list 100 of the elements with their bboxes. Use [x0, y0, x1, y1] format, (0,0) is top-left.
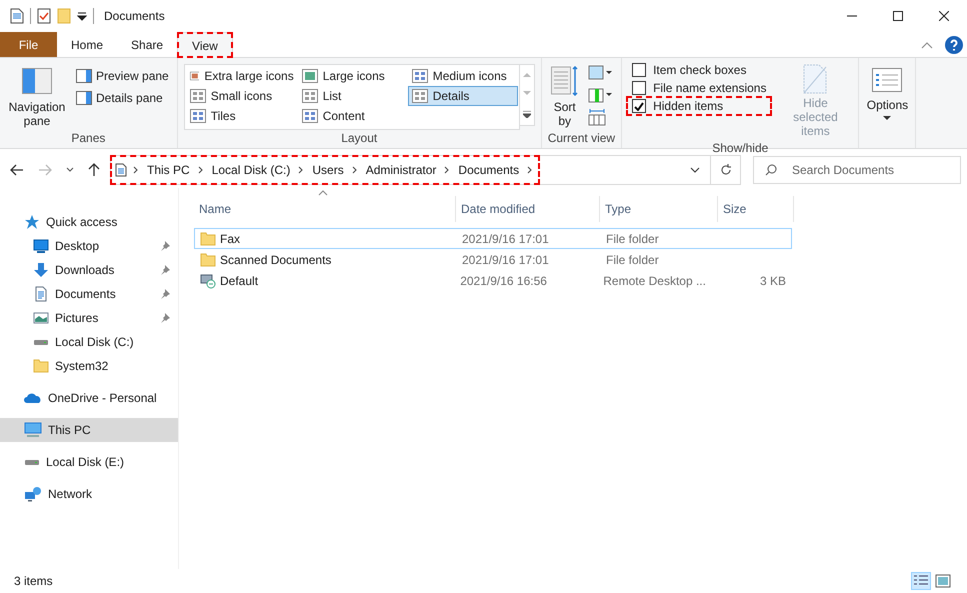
checkbox-option[interactable]: File name extensions	[628, 80, 770, 96]
nav-item[interactable]: Desktop	[0, 234, 178, 258]
large-icons-view-button[interactable]	[933, 572, 953, 590]
details-view-button[interactable]	[911, 572, 931, 590]
nav-item[interactable]: Local Disk (E:)	[0, 450, 178, 474]
type-cell-text: Remote Desktop ...	[602, 274, 707, 288]
checkbox[interactable]	[632, 99, 646, 113]
column-header[interactable]: Type	[600, 196, 718, 222]
group-label: Panes	[70, 130, 106, 147]
layout-option[interactable]: Small icons	[186, 86, 298, 106]
file-row[interactable]: Default 2021/9/16 16:56 Remote Desktop ... 3 KB	[194, 270, 792, 291]
expand-gallery-icon[interactable]	[522, 110, 531, 118]
column-header[interactable]: Date modified	[456, 196, 600, 222]
chevron-icon[interactable]	[444, 166, 450, 174]
layout-option[interactable]: Large icons	[298, 66, 408, 86]
drive-icon	[33, 338, 49, 346]
ribbon-tab[interactable]: Share	[117, 32, 178, 57]
remote-desktop-icon	[200, 272, 216, 288]
checkbox-option[interactable]: Hidden items	[628, 98, 770, 114]
group-label: Show/hide	[711, 140, 770, 156]
star-icon	[24, 214, 40, 230]
nav-item[interactable]: Documents	[0, 282, 178, 306]
collapse-ribbon-icon[interactable]	[921, 40, 933, 48]
view-layout-icon	[302, 109, 318, 123]
navigation-pane-icon	[22, 68, 52, 94]
type-cell-text: File folder	[605, 252, 660, 266]
download-arrow-icon	[33, 262, 49, 278]
search-field[interactable]: Search Documents	[753, 156, 961, 184]
nav-item[interactable]: Local Disk (C:)	[0, 330, 178, 354]
drive-icon	[24, 458, 40, 466]
view-layout-icon	[190, 89, 206, 103]
window-title: Documents	[104, 9, 165, 23]
breadcrumb[interactable]: This PC	[145, 163, 192, 177]
chevron-icon[interactable]	[133, 166, 139, 174]
preview-pane-button[interactable]: Preview pane	[74, 68, 171, 84]
group-by-icon[interactable]	[588, 64, 612, 82]
checklist-icon[interactable]	[37, 8, 51, 24]
options-button[interactable]: Options	[865, 62, 910, 123]
sort-by-button[interactable]: Sort by	[548, 62, 582, 130]
search-icon	[765, 164, 777, 176]
view-layout-icon	[190, 109, 206, 123]
sort-icon	[550, 66, 579, 96]
document-icon	[115, 163, 127, 177]
file-row[interactable]: Fax 2021/9/16 17:01 File folder	[194, 228, 792, 249]
view-layout-icon	[190, 69, 200, 83]
ribbon-tab[interactable]: View	[177, 32, 233, 58]
layout-option[interactable]: Medium icons	[408, 66, 518, 86]
name-cell: Fax	[195, 230, 457, 246]
nav-item[interactable]: Pictures	[0, 306, 178, 330]
item-count: 3 items	[14, 574, 53, 588]
add-columns-icon[interactable]	[588, 86, 612, 104]
picture-icon	[33, 310, 49, 326]
name-cell: Scanned Documents	[195, 252, 457, 268]
checkbox[interactable]	[632, 81, 646, 95]
layout-option[interactable]: Details	[408, 86, 518, 106]
document-icon[interactable]	[10, 8, 24, 24]
view-layout-icon	[412, 69, 428, 83]
layout-option[interactable]: Content	[298, 106, 408, 126]
nav-item[interactable]: OneDrive - Personal	[0, 386, 178, 410]
checkbox-option[interactable]: Item check boxes	[628, 62, 770, 78]
column-header[interactable]: Size	[718, 196, 794, 222]
layout-option[interactable]: Tiles	[186, 106, 298, 126]
monitor-icon	[24, 422, 42, 438]
minimize-icon	[847, 15, 857, 17]
ribbon-tab[interactable]: Home	[57, 32, 118, 57]
folder-icon	[200, 230, 216, 246]
breadcrumb[interactable]: Users	[310, 163, 346, 177]
view-layout-icon	[412, 89, 428, 103]
details-pane-button[interactable]: Details pane	[74, 90, 171, 106]
chevron-icon[interactable]	[352, 166, 358, 174]
nav-item[interactable]: System32	[0, 354, 178, 378]
large-icons-view-icon	[935, 574, 951, 588]
date-cell-text: 2021/9/16 17:01	[461, 232, 550, 246]
column-header[interactable]: Name	[194, 196, 456, 222]
folder-icon	[33, 358, 49, 374]
hidden-file-icon	[803, 64, 828, 94]
date-cell-text: 2021/9/16 16:56	[459, 274, 548, 288]
breadcrumb[interactable]: Documents	[456, 163, 522, 177]
breadcrumb[interactable]: Local Disk (C:)	[210, 163, 292, 177]
chevron-icon[interactable]	[527, 166, 534, 174]
nav-item[interactable]: Network	[0, 482, 178, 506]
file-row[interactable]: Scanned Documents 2021/9/16 17:01 File folder	[194, 249, 792, 270]
chevron-icon[interactable]	[198, 166, 204, 174]
pane-icon	[76, 69, 92, 83]
chevron-icon[interactable]	[298, 166, 304, 174]
checkbox[interactable]	[632, 63, 646, 77]
chevron-down-icon	[690, 167, 700, 173]
dropdown-icon[interactable]	[77, 11, 87, 21]
nav-item[interactable]: Quick access	[0, 210, 178, 234]
nav-item[interactable]: Downloads	[0, 258, 178, 282]
file-menu-tab[interactable]: File	[0, 32, 57, 57]
layout-option[interactable]: Extra large icons	[186, 66, 298, 86]
breadcrumb[interactable]: Administrator	[364, 163, 438, 177]
layout-option[interactable]: List	[298, 86, 408, 106]
name-cell: Default	[195, 272, 456, 288]
navigation-pane-button[interactable]: Navigation pane	[6, 62, 68, 130]
chevron-down-icon	[66, 167, 74, 173]
sort-caret-icon	[318, 190, 328, 196]
nav-item[interactable]: This PC	[0, 418, 178, 442]
help-icon[interactable]	[945, 36, 963, 54]
